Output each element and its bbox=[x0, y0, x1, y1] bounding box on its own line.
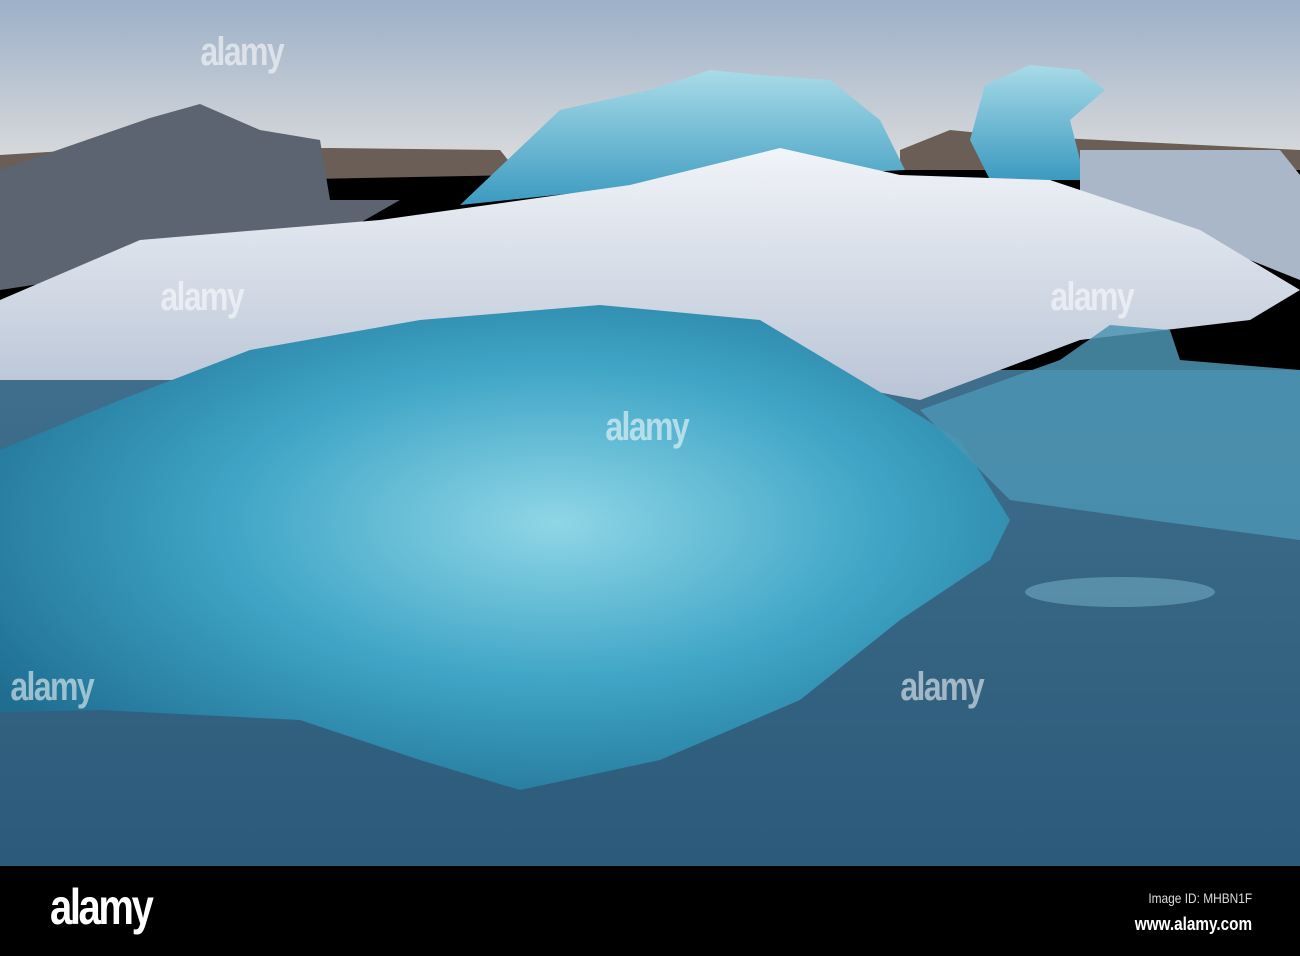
watermark: alamy bbox=[1050, 275, 1134, 319]
ice-floe bbox=[1025, 577, 1215, 607]
watermark: alamy bbox=[900, 665, 984, 709]
watermark: alamy bbox=[160, 275, 244, 319]
footer-bar: alamy Image ID: MHBN1F www.alamy.com bbox=[0, 866, 1300, 956]
watermark: alamy bbox=[200, 30, 284, 74]
stock-photo-page: alamy alamy alamy alamy alamy alamy alam… bbox=[0, 0, 1300, 956]
image-id: Image ID: MHBN1F bbox=[1148, 890, 1252, 906]
alamy-logo[interactable]: alamy bbox=[50, 878, 154, 936]
watermark: alamy bbox=[605, 405, 689, 449]
watermark: alamy bbox=[10, 665, 94, 709]
site-url[interactable]: www.alamy.com bbox=[1135, 914, 1252, 935]
